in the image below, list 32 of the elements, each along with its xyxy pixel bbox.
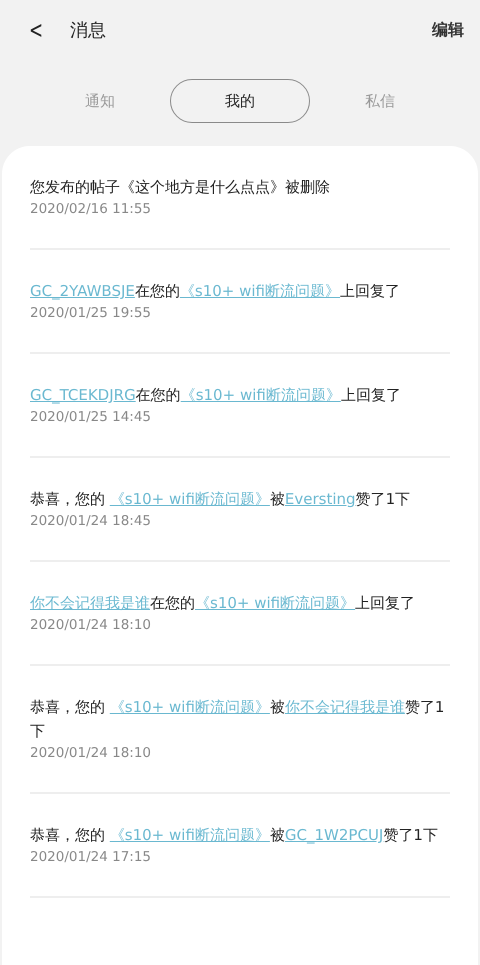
link[interactable]: 《s10+ wifi断流问题》 (195, 594, 356, 612)
message-time: 2020/01/24 17:15 (30, 848, 152, 867)
message-text: 恭喜，您的 《s10+ wifi断流问题》被GC_1W2PCUJ赞了1下 (30, 825, 439, 846)
message-time: 2020/01/24 18:10 (30, 616, 152, 635)
tab[interactable]: 我的 (170, 79, 310, 123)
link[interactable]: 《s10+ wifi断流问题》 (180, 386, 341, 404)
back-button[interactable]: < (23, 16, 49, 44)
link[interactable]: 《s10+ wifi断流问题》 (110, 826, 270, 844)
tab[interactable]: 通知 (30, 79, 170, 123)
link[interactable]: 你不会记得我是谁 (284, 698, 405, 716)
message-time: 2020/01/24 18:45 (30, 512, 152, 531)
link[interactable]: 《s10+ wifi断流问题》 (180, 282, 340, 300)
tab[interactable]: 私信 (310, 79, 450, 123)
link[interactable]: Eversting (284, 490, 356, 508)
link[interactable]: 你不会记得我是谁 (30, 594, 150, 612)
link[interactable]: 《s10+ wifi断流问题》 (110, 490, 270, 508)
link[interactable]: GC_2YAWBSJE (30, 282, 135, 300)
edit-button[interactable]: 编辑 (432, 20, 464, 40)
message-time: 2020/02/16 11:55 (30, 200, 152, 219)
link[interactable]: GC_1W2PCUJ (284, 826, 384, 844)
message-text: 恭喜，您的 《s10+ wifi断流问题》被Eversting赞了1下 (30, 489, 412, 510)
page-title: 消息 (70, 19, 108, 42)
message-text: 您发布的帖子《这个地方是什么点点》被删除 (30, 177, 331, 198)
message-time: 2020/01/24 18:10 (30, 744, 152, 763)
message-time: 2020/01/25 14:45 (30, 408, 152, 427)
link[interactable]: 《s10+ wifi断流问题》 (110, 698, 270, 716)
message-text: 恭喜，您的 《s10+ wifi断流问题》被你不会记得我是谁赞了1下 (30, 697, 446, 742)
message-text: GC_TCEKDJRG在您的《s10+ wifi断流问题》上回复了 (30, 385, 402, 406)
message-text: 你不会记得我是谁在您的《s10+ wifi断流问题》上回复了 (30, 593, 416, 614)
message-time: 2020/01/25 19:55 (30, 304, 152, 323)
link[interactable]: GC_TCEKDJRG (30, 386, 136, 404)
message-text: GC_2YAWBSJE在您的《s10+ wifi断流问题》上回复了 (30, 281, 401, 302)
